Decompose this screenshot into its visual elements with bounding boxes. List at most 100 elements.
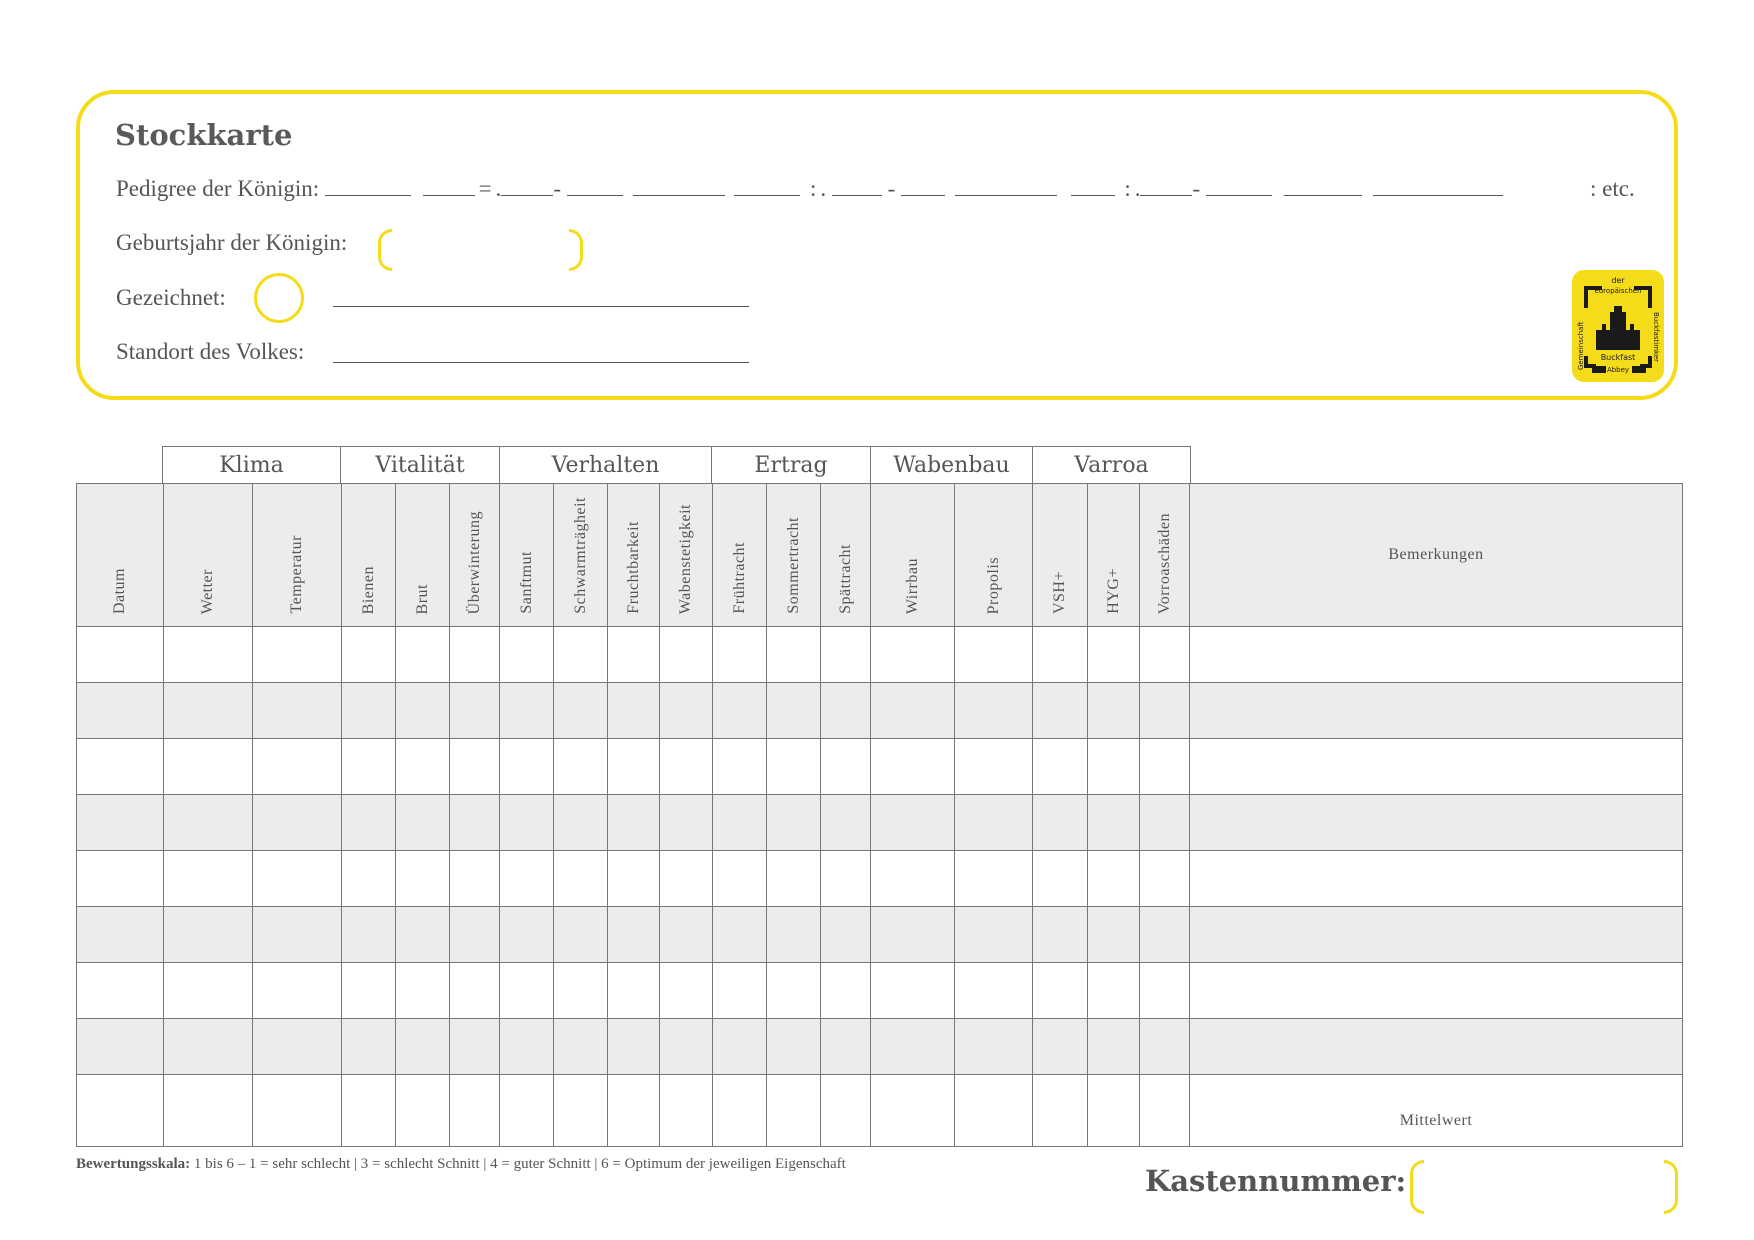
rating-cell[interactable] — [1087, 1074, 1140, 1147]
rating-cell[interactable] — [607, 1018, 660, 1075]
rating-cell[interactable] — [76, 906, 164, 963]
rating-cell[interactable] — [820, 850, 871, 907]
rating-cell[interactable] — [252, 682, 342, 739]
rating-cell[interactable] — [163, 1074, 253, 1147]
rating-cell[interactable] — [499, 1018, 554, 1075]
rating-cell[interactable] — [1087, 1018, 1140, 1075]
rating-cell[interactable] — [659, 850, 713, 907]
rating-cell[interactable] — [659, 682, 713, 739]
rating-cell[interactable] — [1032, 626, 1088, 683]
rating-cell[interactable] — [954, 850, 1033, 907]
rating-cell[interactable] — [1032, 738, 1088, 795]
rating-cell[interactable] — [954, 962, 1033, 1019]
rating-cell[interactable] — [252, 850, 342, 907]
rating-cell[interactable] — [766, 738, 821, 795]
remarks-cell[interactable] — [1189, 738, 1683, 795]
rating-cell[interactable] — [76, 1018, 164, 1075]
rating-cell[interactable] — [820, 1018, 871, 1075]
rating-cell[interactable] — [870, 906, 955, 963]
rating-cell[interactable] — [163, 1018, 253, 1075]
rating-cell[interactable] — [1139, 794, 1190, 851]
rating-cell[interactable] — [870, 794, 955, 851]
remarks-cell[interactable] — [1189, 682, 1683, 739]
rating-cell[interactable] — [553, 626, 608, 683]
rating-cell[interactable] — [766, 682, 821, 739]
rating-cell[interactable] — [449, 906, 500, 963]
rating-cell[interactable] — [553, 1074, 608, 1147]
rating-cell[interactable] — [341, 794, 396, 851]
box-number-field[interactable] — [1410, 1160, 1678, 1214]
rating-cell[interactable] — [1032, 794, 1088, 851]
remarks-cell[interactable] — [1189, 906, 1683, 963]
rating-cell[interactable] — [607, 1074, 660, 1147]
rating-cell[interactable] — [954, 1074, 1033, 1147]
rating-cell[interactable] — [820, 1074, 871, 1147]
rating-cell[interactable] — [553, 906, 608, 963]
rating-cell[interactable] — [766, 1018, 821, 1075]
rating-cell[interactable] — [341, 850, 396, 907]
rating-cell[interactable] — [954, 738, 1033, 795]
pedigree-blank[interactable] — [1070, 177, 1115, 196]
rating-cell[interactable] — [76, 626, 164, 683]
rating-cell[interactable] — [820, 962, 871, 1019]
rating-cell[interactable] — [712, 626, 767, 683]
rating-cell[interactable] — [1139, 626, 1190, 683]
rating-cell[interactable] — [76, 962, 164, 1019]
rating-cell[interactable] — [341, 1074, 396, 1147]
rating-cell[interactable] — [766, 962, 821, 1019]
rating-cell[interactable] — [1139, 1018, 1190, 1075]
rating-cell[interactable] — [659, 962, 713, 1019]
rating-cell[interactable] — [1087, 962, 1140, 1019]
rating-cell[interactable] — [607, 738, 660, 795]
rating-cell[interactable] — [449, 1074, 500, 1147]
pedigree-blank[interactable] — [831, 177, 882, 196]
rating-cell[interactable] — [607, 906, 660, 963]
rating-cell[interactable] — [395, 850, 450, 907]
rating-cell[interactable] — [954, 1018, 1033, 1075]
rating-cell[interactable] — [820, 794, 871, 851]
rating-cell[interactable] — [659, 1018, 713, 1075]
rating-cell[interactable] — [954, 682, 1033, 739]
rating-cell[interactable] — [341, 906, 396, 963]
rating-cell[interactable] — [163, 906, 253, 963]
rating-cell[interactable] — [766, 1074, 821, 1147]
rating-cell[interactable] — [499, 1074, 554, 1147]
pedigree-blank[interactable] — [1140, 177, 1193, 196]
rating-cell[interactable] — [163, 682, 253, 739]
rating-cell[interactable] — [1032, 906, 1088, 963]
rating-cell[interactable] — [659, 906, 713, 963]
rating-cell[interactable] — [449, 626, 500, 683]
rating-cell[interactable] — [395, 682, 450, 739]
rating-cell[interactable] — [820, 906, 871, 963]
rating-cell[interactable] — [1139, 682, 1190, 739]
rating-cell[interactable] — [341, 962, 396, 1019]
rating-cell[interactable] — [607, 794, 660, 851]
rating-cell[interactable] — [1139, 962, 1190, 1019]
rating-cell[interactable] — [766, 794, 821, 851]
rating-cell[interactable] — [449, 738, 500, 795]
rating-cell[interactable] — [1087, 682, 1140, 739]
rating-cell[interactable] — [870, 682, 955, 739]
marked-line[interactable] — [333, 306, 749, 307]
rating-cell[interactable] — [395, 1018, 450, 1075]
rating-cell[interactable] — [499, 850, 554, 907]
rating-cell[interactable] — [499, 794, 554, 851]
remarks-cell[interactable] — [1189, 626, 1683, 683]
rating-cell[interactable] — [820, 626, 871, 683]
rating-cell[interactable] — [1087, 850, 1140, 907]
rating-cell[interactable] — [659, 794, 713, 851]
rating-cell[interactable] — [163, 962, 253, 1019]
rating-cell[interactable] — [341, 626, 396, 683]
rating-cell[interactable] — [870, 850, 955, 907]
rating-cell[interactable] — [870, 738, 955, 795]
rating-cell[interactable] — [766, 626, 821, 683]
rating-cell[interactable] — [395, 626, 450, 683]
rating-cell[interactable] — [954, 794, 1033, 851]
rating-cell[interactable] — [553, 682, 608, 739]
rating-cell[interactable] — [252, 738, 342, 795]
rating-cell[interactable] — [607, 850, 660, 907]
pedigree-blank[interactable] — [1205, 177, 1272, 196]
rating-cell[interactable] — [1139, 738, 1190, 795]
rating-cell[interactable] — [252, 906, 342, 963]
rating-cell[interactable] — [252, 962, 342, 1019]
